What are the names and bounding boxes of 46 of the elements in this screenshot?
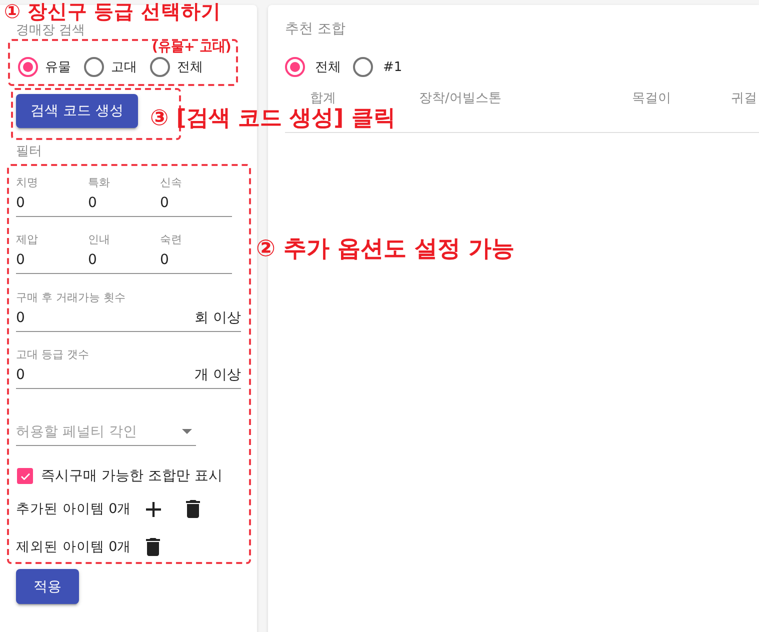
number-field[interactable]: 0 [16, 247, 88, 274]
radio-button[interactable] [150, 57, 170, 77]
field-label: 숙련 [160, 233, 183, 247]
trash-icon[interactable] [186, 500, 200, 518]
radio-label: 전체 [177, 59, 203, 76]
radio-button[interactable] [84, 57, 104, 77]
check-icon [20, 472, 30, 480]
number-field[interactable]: 0 개 이상 [16, 362, 241, 389]
field-label: 신속 [160, 176, 183, 190]
generate-code-button[interactable]: 검색 코드 생성 [16, 94, 138, 128]
number-field[interactable]: 0 [160, 190, 232, 217]
section-title: 경매장 검색 [16, 24, 86, 38]
apply-button[interactable]: 적용 [16, 569, 79, 604]
section-title: 필터 [16, 144, 42, 159]
number-field[interactable]: 0 [88, 247, 160, 274]
radio-button[interactable] [285, 57, 305, 77]
suffix-label: 회 이상 [194, 309, 241, 328]
field-label: 인내 [88, 233, 111, 247]
radio-label: 전체 [315, 59, 341, 76]
annotation-text: ② 추가 옵션도 설정 가능 [256, 235, 515, 264]
number-field[interactable]: 0 [16, 190, 88, 217]
plus-icon[interactable] [146, 502, 162, 516]
radio-button[interactable] [353, 57, 373, 77]
radio-button[interactable] [18, 57, 38, 77]
trash-icon[interactable] [146, 538, 160, 556]
suffix-label: 개 이상 [194, 366, 241, 385]
field-label: 고대 등급 갯수 [16, 348, 90, 362]
annotation-text: (유물+ 고대) [152, 41, 232, 55]
caret-icon [182, 429, 192, 434]
radio-label: 유물 [45, 59, 71, 76]
field-label: 치명 [16, 176, 39, 190]
annotation-text: ① 장신구 등급 선택하기 [4, 0, 221, 24]
checkbox[interactable] [17, 468, 33, 484]
annotation-text: ③ [검색 코드 생성] 클릭 [150, 106, 396, 132]
item-count-label: 추가된 아이템 0개 [16, 500, 132, 518]
checkbox-label: 즉시구매 가능한 조합만 표시 [41, 467, 222, 485]
radio-label: #1 [383, 60, 402, 74]
item-count-label: 제외된 아이템 0개 [16, 538, 132, 556]
field-label: 제압 [16, 233, 39, 247]
number-field[interactable]: 0 [160, 247, 232, 274]
number-field[interactable]: 0 [88, 190, 160, 217]
field-label: 구매 후 거래가능 횟수 [16, 291, 126, 305]
field-label: 특화 [88, 176, 111, 190]
section-title: 추천 조합 [285, 21, 346, 37]
number-field[interactable]: 0 회 이상 [16, 305, 241, 332]
radio-label: 고대 [111, 59, 137, 76]
